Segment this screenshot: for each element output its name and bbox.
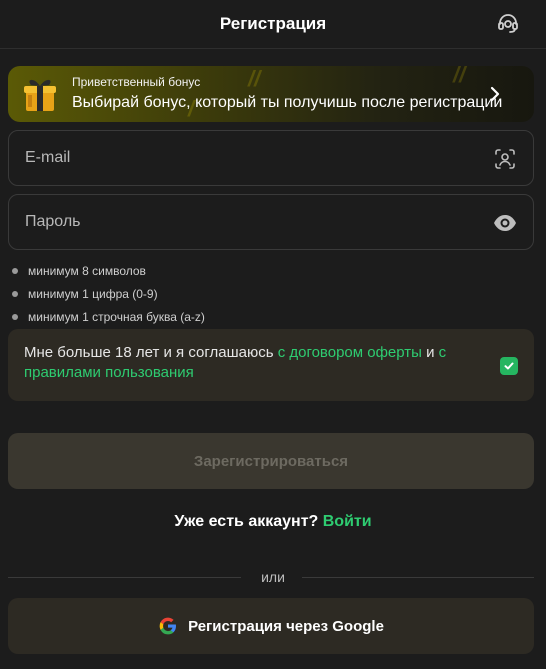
bullet (12, 290, 18, 297)
login-prompt: Уже есть аккаунт? Войти (0, 513, 546, 531)
headset-icon[interactable] (496, 11, 520, 35)
email-field[interactable] (8, 130, 534, 186)
email-input[interactable] (9, 131, 449, 185)
password-rules: минимум 8 символов минимум 1 цифра (0-9)… (12, 259, 205, 328)
bullet (12, 313, 18, 320)
bonus-main-label: Выбирай бонус, который ты получишь после… (72, 94, 503, 111)
check-icon (504, 362, 514, 370)
google-register-button[interactable]: Регистрация через Google (8, 598, 534, 654)
gift-icon (24, 79, 56, 111)
rule-text: минимум 1 строчная буква (a-z) (28, 309, 205, 324)
register-button[interactable]: Зарегистрироваться (8, 433, 534, 489)
agreement-text-and: и (421, 344, 439, 361)
eye-icon[interactable] (493, 211, 517, 235)
chevron-right-icon[interactable] (488, 83, 502, 105)
face-scan-icon[interactable] (493, 147, 517, 171)
header: Регистрация (0, 0, 546, 49)
offer-link[interactable]: с договором оферты (278, 344, 422, 361)
google-button-label: Регистрация через Google (188, 617, 384, 635)
bonus-text: Приветственный бонус Выбирай бонус, кото… (72, 75, 502, 114)
list-item: минимум 8 символов (12, 259, 205, 282)
password-input[interactable] (9, 195, 449, 249)
login-link[interactable]: Войти (323, 513, 372, 530)
list-item: минимум 1 цифра (0-9) (12, 282, 205, 305)
rule-text: минимум 1 цифра (0-9) (28, 286, 158, 301)
welcome-bonus-banner[interactable]: // // / Приветственный бонус Выбирай бон… (8, 66, 534, 122)
list-item: минимум 1 строчная буква (a-z) (12, 305, 205, 328)
divider-right (302, 577, 534, 578)
agreement-text: Мне больше 18 лет и я соглашаюсь (24, 344, 278, 361)
agreement-block: Мне больше 18 лет и я соглашаюсь с догов… (8, 329, 534, 401)
google-icon (159, 617, 177, 635)
agreement-checkbox[interactable] (500, 357, 518, 375)
rule-text: минимум 8 символов (28, 263, 146, 278)
password-field[interactable] (8, 194, 534, 250)
page-title: Регистрация (219, 14, 327, 33)
bonus-small-label: Приветственный бонус (72, 75, 201, 89)
bullet (12, 267, 18, 274)
login-prompt-text: Уже есть аккаунт? (174, 513, 323, 530)
